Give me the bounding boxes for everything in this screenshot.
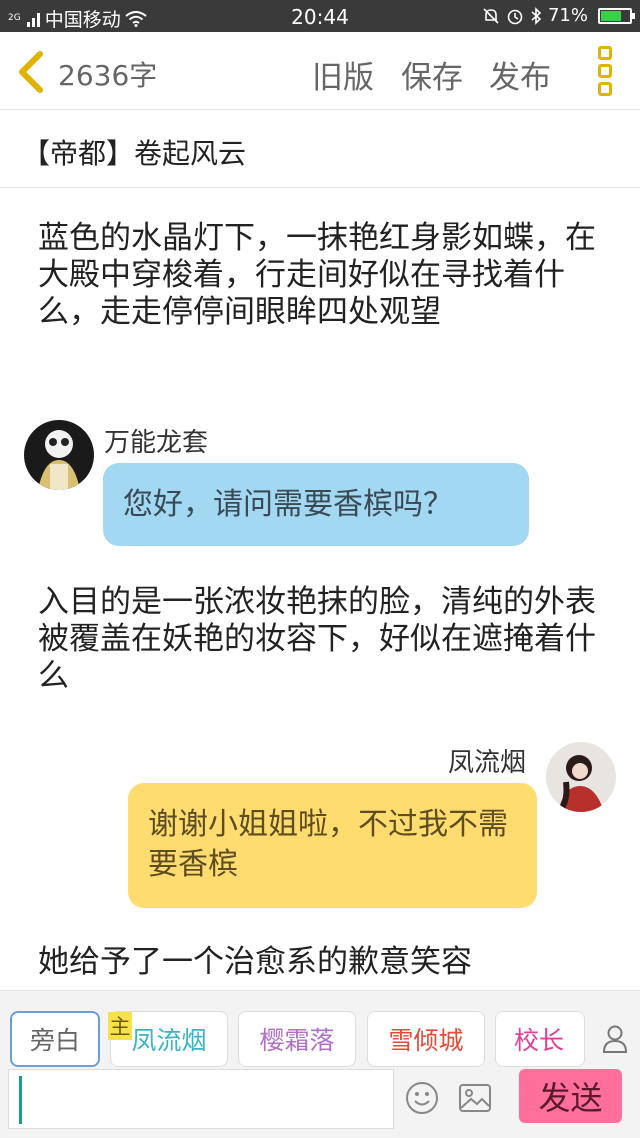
more-menu-button[interactable] [595, 46, 615, 96]
dialogue-text: 您好，请问需要香槟吗？ [123, 486, 453, 522]
role-manager-button[interactable] [597, 1011, 633, 1067]
narration-paragraph[interactable]: 蓝色的水晶灯下，一抹艳红身影如蝶，在大殿中穿梭着，行走间好似在寻找着什么，走走停… [38, 220, 614, 331]
image-icon [459, 1084, 491, 1112]
more-dot-icon [598, 64, 612, 78]
battery-percent: 71% [547, 5, 588, 26]
dialogue-bubble[interactable]: 谢谢小姐姐啦，不过我不需要香槟 [128, 783, 537, 908]
story-title: 【帝都】卷起风云 [22, 137, 247, 170]
send-button[interactable]: 发送 [519, 1069, 622, 1123]
more-dot-icon [598, 82, 612, 96]
mute-bell-icon [483, 7, 499, 24]
character-avatar-image [24, 420, 94, 490]
bluetooth-icon [531, 6, 542, 25]
emoji-button[interactable] [405, 1081, 439, 1115]
story-title-row[interactable]: 【帝都】卷起风云 [0, 110, 640, 188]
battery-fill [601, 10, 621, 21]
role-narrator-button[interactable]: 旁白 [10, 1011, 100, 1067]
editor-toolbar: 2636字 旧版 保存 发布 [0, 32, 640, 110]
save-button[interactable]: 保存 [401, 52, 463, 97]
status-right: 71% [482, 5, 635, 26]
role-button[interactable]: 雪倾城 [367, 1011, 485, 1067]
narration-paragraph[interactable]: 入目的是一张浓妆艳抹的脸，清纯的外表被覆盖在妖艳的妆容下，好似在遮掩着什么 [38, 584, 614, 695]
image-button[interactable] [458, 1083, 492, 1113]
role-button[interactable]: 校长 [495, 1011, 585, 1067]
text-caret [19, 1076, 22, 1124]
dialogue-bubble[interactable]: 您好，请问需要香槟吗？ [103, 463, 529, 546]
word-count: 2636字 [58, 59, 158, 92]
more-dot-icon [598, 46, 612, 60]
composer-panel: 旁白 凤流烟 樱霜落 雪倾城 校长 发送 [0, 990, 640, 1138]
alarm-icon [507, 9, 523, 24]
speaker-name: 凤流烟 [448, 748, 527, 778]
battery-icon [598, 7, 635, 24]
avatar[interactable] [24, 420, 94, 490]
character-avatar-image [546, 742, 616, 812]
status-bar: 2G 中国移动 20:44 71% [0, 0, 640, 32]
back-button[interactable] [14, 50, 50, 94]
back-chevron-icon [19, 51, 43, 93]
narration-paragraph[interactable]: 她给予了一个治愈系的歉意笑容 [38, 944, 614, 981]
message-input[interactable] [8, 1069, 394, 1129]
avatar[interactable] [546, 742, 616, 812]
old-version-button[interactable]: 旧版 [312, 52, 374, 97]
dialogue-text: 谢谢小姐姐啦，不过我不需要香槟 [148, 807, 508, 882]
role-button[interactable]: 樱霜落 [238, 1011, 356, 1067]
smiley-icon [406, 1082, 438, 1114]
publish-button[interactable]: 发布 [489, 52, 551, 97]
person-icon [602, 1025, 628, 1053]
host-badge: 主 [108, 1012, 132, 1040]
speaker-name: 万能龙套 [104, 428, 209, 458]
